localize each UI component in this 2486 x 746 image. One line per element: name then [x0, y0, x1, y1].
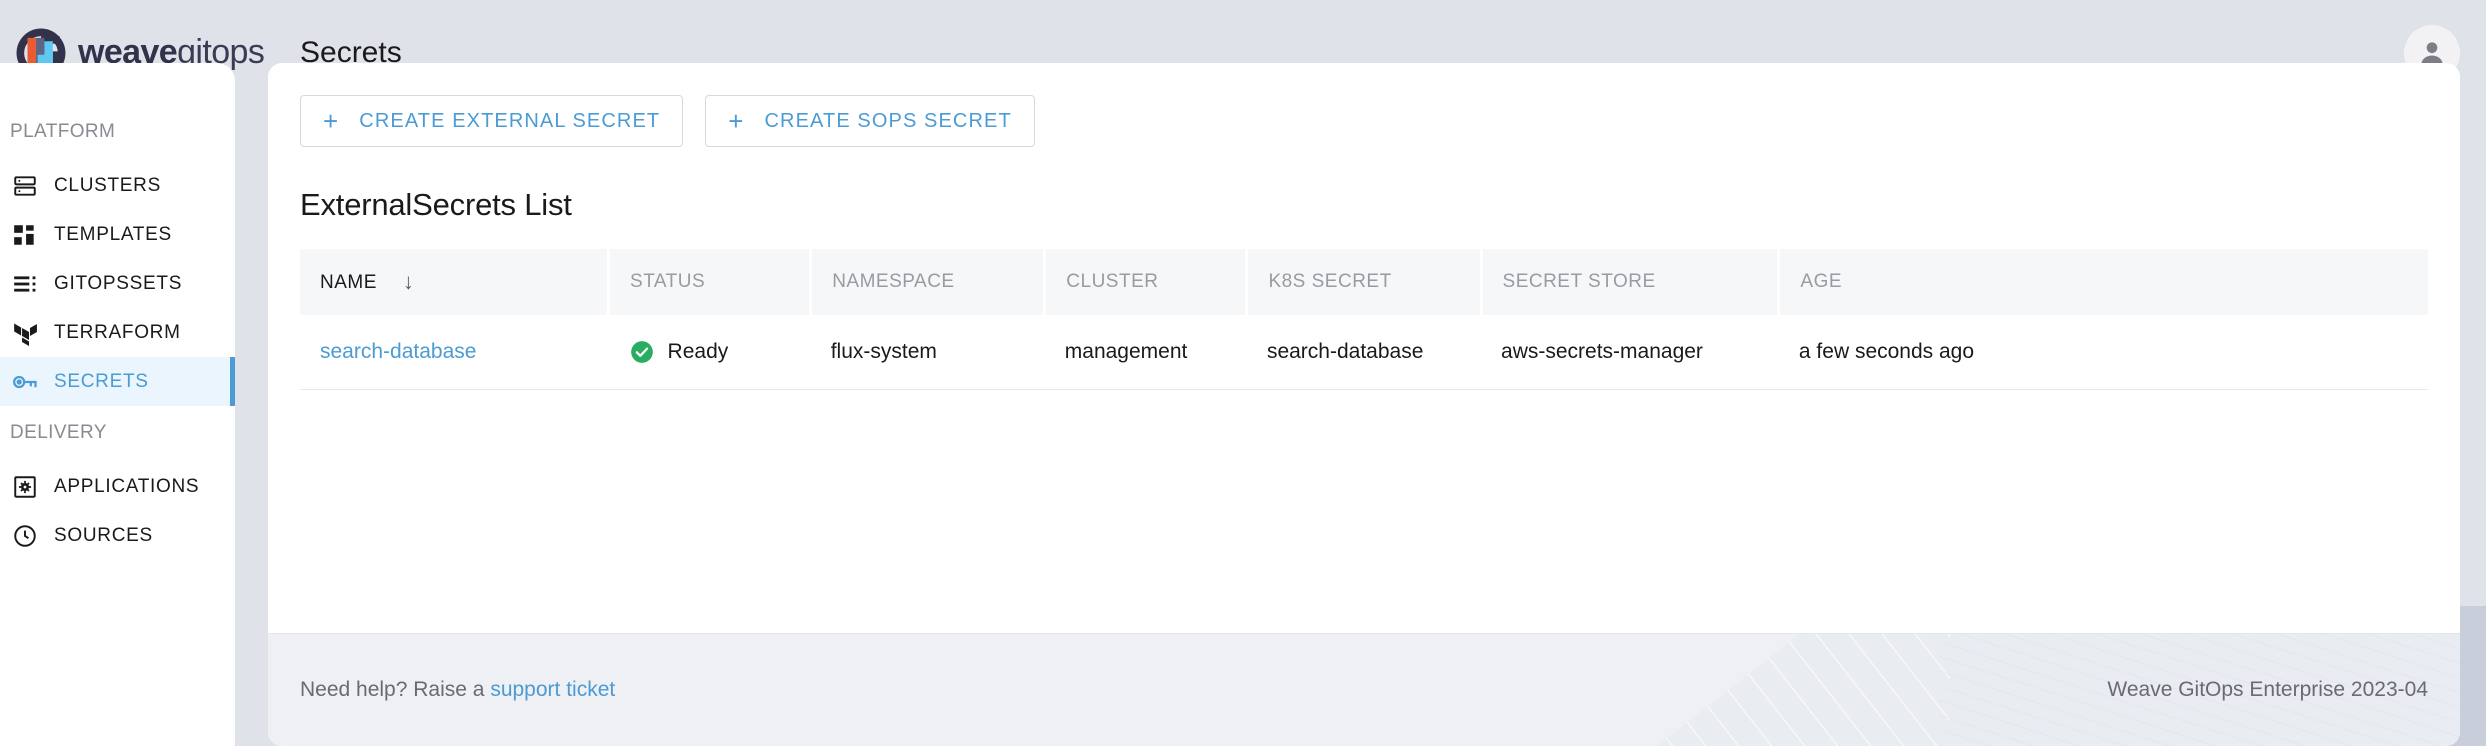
check-circle-icon	[630, 341, 653, 363]
sidebar-item-label: CLUSTERS	[54, 174, 161, 196]
sidebar-item-sources[interactable]: SOURCES	[0, 511, 235, 560]
sidebar-section-platform: PLATFORM	[10, 121, 116, 142]
footer-version: Weave GitOps Enterprise 2023-04	[2107, 678, 2428, 701]
key-icon	[10, 367, 40, 397]
column-header-secret-store[interactable]: SECRET STORE	[1481, 249, 1781, 315]
card-footer: Need help? Raise a support ticket Weave …	[268, 633, 2460, 746]
column-header-cluster[interactable]: CLUSTER	[1044, 249, 1249, 315]
cell-namespace: flux-system	[810, 315, 1045, 390]
sidebar-item-clusters[interactable]: CLUSTERS	[0, 161, 235, 210]
action-button-row: + CREATE EXTERNAL SECRET + CREATE SOPS S…	[300, 95, 2428, 147]
sidebar-item-label: TERRAFORM	[54, 321, 181, 343]
column-header-namespace[interactable]: NAMESPACE	[810, 249, 1047, 315]
sidebar-item-label: APPLICATIONS	[54, 475, 200, 497]
cell-cluster: management	[1044, 315, 1247, 390]
cell-k8s-secret: search-database	[1246, 315, 1482, 390]
table-row[interactable]: search-database Ready flux-system manage…	[300, 315, 2428, 390]
column-header-k8s-secret[interactable]: K8S SECRET	[1246, 249, 1483, 315]
terraform-icon	[10, 318, 40, 348]
table-header: NAME ↓ STATUS NAMESPACE CLUSTER K8S SECRE…	[300, 249, 2428, 315]
sidebar-item-label: SECRETS	[54, 370, 149, 392]
app-root: weavegitops Secrets PLATFORM CLUSTERS TE…	[0, 0, 2486, 746]
sidebar-item-terraform[interactable]: TERRAFORM	[0, 308, 235, 357]
external-secrets-table: NAME ↓ STATUS NAMESPACE CLUSTER K8S SECRE…	[300, 249, 2428, 390]
status-label: Ready	[667, 340, 729, 363]
column-label: NAME	[320, 272, 377, 293]
column-header-name[interactable]: NAME ↓	[300, 249, 611, 315]
sources-icon	[10, 521, 40, 551]
button-label: CREATE EXTERNAL SECRET	[359, 109, 661, 132]
sidebar-item-applications[interactable]: APPLICATIONS	[0, 462, 235, 511]
sort-arrow-down-icon: ↓	[402, 269, 415, 294]
secret-name-link[interactable]: search-database	[320, 340, 476, 363]
column-header-age[interactable]: AGE	[1779, 249, 2428, 315]
create-sops-secret-button[interactable]: + CREATE SOPS SECRET	[705, 95, 1035, 147]
plus-icon: +	[323, 106, 340, 136]
clusters-icon	[10, 171, 40, 201]
create-external-secret-button[interactable]: + CREATE EXTERNAL SECRET	[300, 95, 684, 147]
sidebar-item-secrets[interactable]: SECRETS	[0, 357, 235, 406]
cell-status: Ready	[608, 315, 811, 390]
gitopssets-icon	[10, 269, 40, 299]
plus-icon: +	[728, 106, 745, 136]
sidebar-item-templates[interactable]: TEMPLATES	[0, 210, 235, 259]
sidebar-item-label: TEMPLATES	[54, 223, 172, 245]
list-title: ExternalSecrets List	[300, 187, 572, 222]
column-header-status[interactable]: STATUS	[608, 249, 813, 315]
applications-icon	[10, 472, 40, 502]
footer-help-text: Need help? Raise a support ticket	[300, 678, 615, 702]
sidebar-item-gitopssets[interactable]: GITOPSSETS	[0, 259, 235, 308]
cell-age: a few seconds ago	[1778, 315, 2428, 390]
main-content-card: + CREATE EXTERNAL SECRET + CREATE SOPS S…	[268, 63, 2460, 746]
card-body: + CREATE EXTERNAL SECRET + CREATE SOPS S…	[268, 63, 2460, 633]
sidebar-item-label: GITOPSSETS	[54, 272, 183, 294]
sidebar-item-label: SOURCES	[54, 524, 153, 546]
cell-secret-store: aws-secrets-manager	[1481, 315, 1779, 390]
table-body: search-database Ready flux-system manage…	[300, 315, 2428, 390]
footer-help-prefix: Need help? Raise a	[300, 678, 485, 701]
sidebar-section-delivery: DELIVERY	[10, 422, 107, 443]
templates-icon	[10, 220, 40, 250]
support-ticket-link[interactable]: support ticket	[490, 678, 615, 701]
cell-name[interactable]: search-database	[300, 315, 609, 390]
sidebar-navigation: PLATFORM CLUSTERS TEMPLATES GITOPSSETS T…	[0, 63, 235, 746]
table-header-row: NAME ↓ STATUS NAMESPACE CLUSTER K8S SECRE…	[300, 249, 2428, 315]
button-label: CREATE SOPS SECRET	[764, 109, 1012, 132]
